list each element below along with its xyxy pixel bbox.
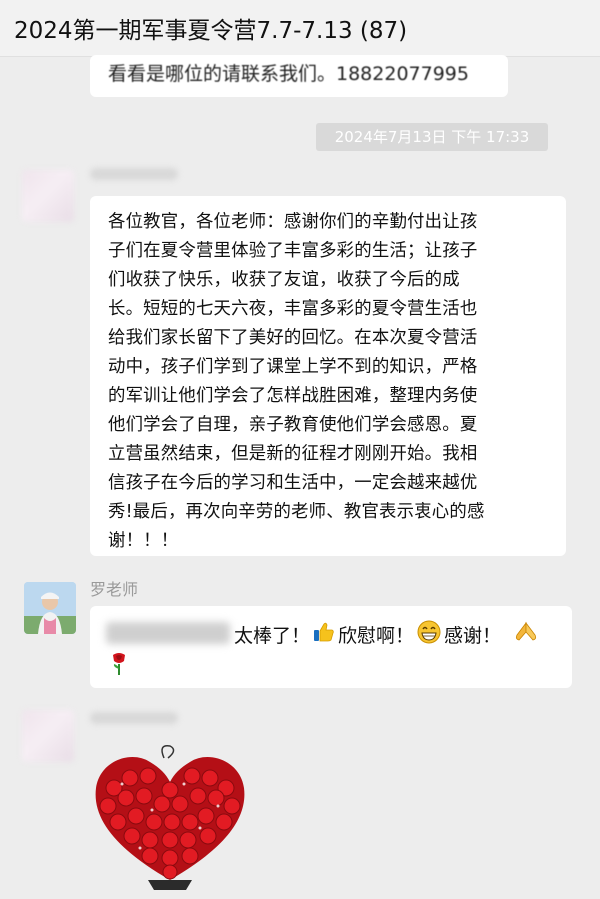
thumbs-up-icon bbox=[313, 621, 335, 648]
reply-text-1: 太棒了！ bbox=[234, 625, 311, 647]
rose-icon bbox=[110, 652, 128, 681]
reply-text-2: 欣慰啊！ bbox=[338, 625, 415, 647]
avatar[interactable] bbox=[22, 710, 74, 762]
message-text-long: 各位教官，各位老师：感谢你们的辛勤付出让孩 子们在夏令营里体验了丰富多彩的生活；… bbox=[108, 212, 485, 551]
message-bubble-long[interactable]: 各位教官，各位老师：感谢你们的辛勤付出让孩 子们在夏令营里体验了丰富多彩的生活；… bbox=[90, 196, 566, 556]
grin-icon bbox=[417, 620, 441, 649]
rose-heart-image[interactable] bbox=[88, 740, 252, 892]
chat-title: 2024第一期军事夏令营7.7-7.13 (87) bbox=[14, 18, 408, 44]
sender-name: 罗老师 bbox=[90, 580, 139, 599]
timestamp: 2024年7月13日 下午 17:33 bbox=[316, 123, 548, 151]
sender-name-blurred bbox=[90, 712, 178, 724]
chat-header: 2024第一期军事夏令营7.7-7.13 (87) bbox=[0, 0, 600, 57]
mention-blurred bbox=[106, 622, 230, 644]
sender-name-blurred bbox=[90, 168, 178, 180]
rose-heart-svg bbox=[95, 745, 245, 890]
pray-icon bbox=[513, 620, 539, 649]
teacher-photo bbox=[24, 582, 76, 634]
message-bubble-reply[interactable]: 太棒了！ 欣慰啊！ 感谢！ bbox=[90, 606, 572, 688]
message-text-partial: 看看是哪位的请联系我们。18822077995 bbox=[108, 63, 469, 85]
avatar[interactable] bbox=[22, 170, 74, 222]
message-bubble-partial[interactable]: 看看是哪位的请联系我们。18822077995 bbox=[90, 55, 508, 97]
teacher-avatar[interactable] bbox=[24, 582, 76, 634]
reply-text-3: 感谢！ bbox=[444, 625, 502, 647]
reply-line: 太棒了！ 欣慰啊！ 感谢！ bbox=[234, 620, 542, 649]
